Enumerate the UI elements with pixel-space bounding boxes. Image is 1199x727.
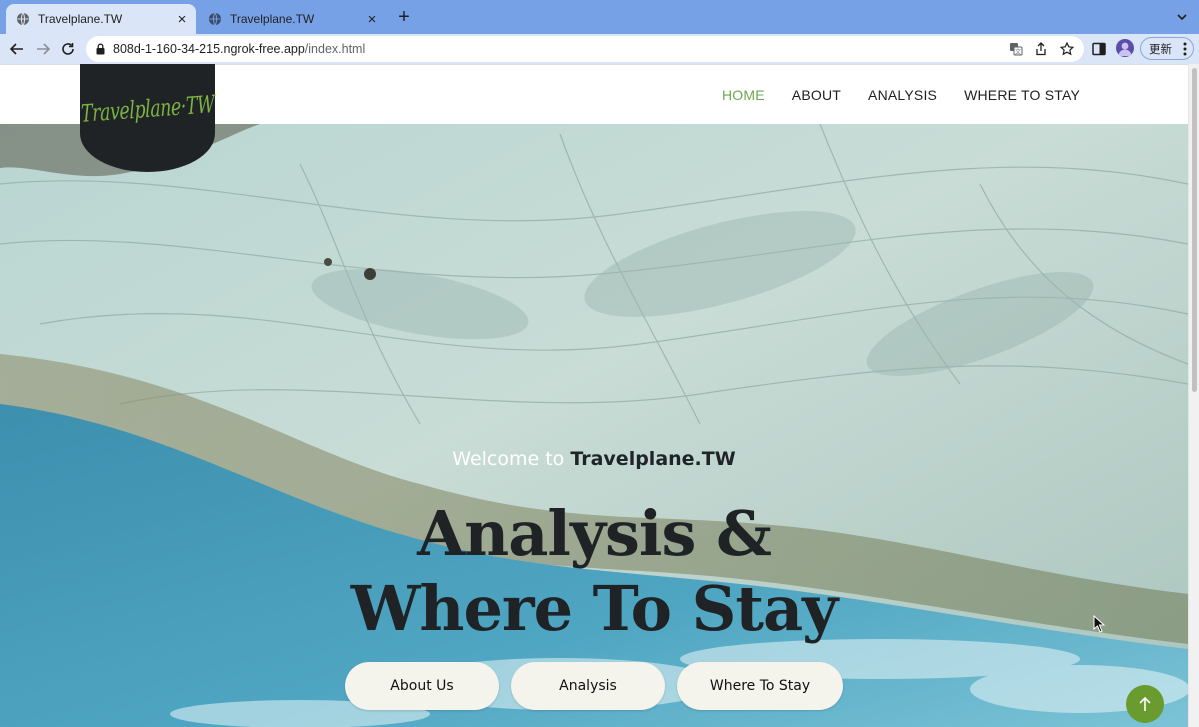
kebab-menu-icon[interactable]: [1183, 42, 1187, 56]
headline-line-1: Analysis &: [417, 497, 772, 570]
hero-headline: Analysis & Where To Stay: [0, 496, 1188, 646]
translate-icon[interactable]: 文: [1008, 41, 1024, 57]
url-text: 808d-1-160-34-215.ngrok-free.app/index.h…: [113, 42, 365, 56]
logo-text: Travelplane·TW: [80, 90, 215, 128]
nav-home[interactable]: HOME: [722, 87, 765, 103]
site-logo[interactable]: Travelplane·TW: [80, 64, 215, 172]
tab-title: Travelplane.TW: [230, 12, 315, 26]
close-icon[interactable]: ×: [174, 11, 190, 28]
address-bar[interactable]: 808d-1-160-34-215.ngrok-free.app/index.h…: [86, 36, 1084, 62]
reload-icon[interactable]: [58, 39, 78, 59]
arrow-up-icon: [1139, 696, 1151, 711]
nav-about[interactable]: ABOUT: [792, 87, 841, 103]
plus-icon[interactable]: +: [394, 7, 414, 27]
chevron-down-icon[interactable]: [1175, 10, 1189, 24]
url-path: /index.html: [304, 42, 366, 56]
browser-tab-strip: Travelplane.TW × Travelplane.TW × +: [0, 0, 1199, 34]
sidebar-icon[interactable]: [1089, 39, 1109, 59]
back-arrow-icon[interactable]: [7, 39, 27, 59]
browser-tab-1[interactable]: Travelplane.TW ×: [6, 4, 196, 34]
tab-title: Travelplane.TW: [38, 12, 123, 26]
forward-arrow-icon[interactable]: [33, 39, 53, 59]
close-icon[interactable]: ×: [364, 11, 380, 28]
main-nav: HOME ABOUT ANALYSIS WHERE TO STAY: [695, 87, 1080, 103]
welcome-prefix: Welcome to: [452, 448, 565, 470]
about-us-button[interactable]: About Us: [345, 662, 499, 710]
mouse-cursor: [1093, 615, 1105, 633]
lock-icon[interactable]: [96, 43, 105, 55]
update-button[interactable]: 更新: [1140, 37, 1194, 60]
back-to-top-button[interactable]: [1126, 685, 1164, 723]
browser-tab-2[interactable]: Travelplane.TW ×: [198, 4, 386, 34]
share-icon[interactable]: [1033, 41, 1049, 57]
hero-section: Welcome to Travelplane.TW Analysis & Whe…: [0, 124, 1188, 727]
nav-where-to-stay[interactable]: WHERE TO STAY: [964, 87, 1080, 103]
headline-line-2: Where To Stay: [350, 572, 838, 645]
update-label: 更新: [1149, 43, 1172, 56]
svg-text:文: 文: [1015, 48, 1021, 56]
page-scrollbar[interactable]: [1188, 64, 1199, 727]
globe-icon: [17, 12, 29, 26]
profile-avatar[interactable]: [1116, 39, 1134, 57]
scrollbar-thumb[interactable]: [1192, 68, 1197, 392]
welcome-brand: Travelplane.TW: [570, 448, 736, 470]
nav-analysis[interactable]: ANALYSIS: [868, 87, 937, 103]
hero-welcome: Welcome to Travelplane.TW: [0, 448, 1188, 470]
globe-icon: [209, 12, 221, 26]
url-host: 808d-1-160-34-215.ngrok-free.app: [113, 42, 305, 56]
where-to-stay-button[interactable]: Where To Stay: [677, 662, 843, 710]
analysis-button[interactable]: Analysis: [511, 662, 665, 710]
browser-toolbar: 808d-1-160-34-215.ngrok-free.app/index.h…: [0, 34, 1199, 64]
page-viewport: HOME ABOUT ANALYSIS WHERE TO STAY Travel…: [0, 64, 1199, 727]
star-icon[interactable]: [1059, 41, 1075, 57]
